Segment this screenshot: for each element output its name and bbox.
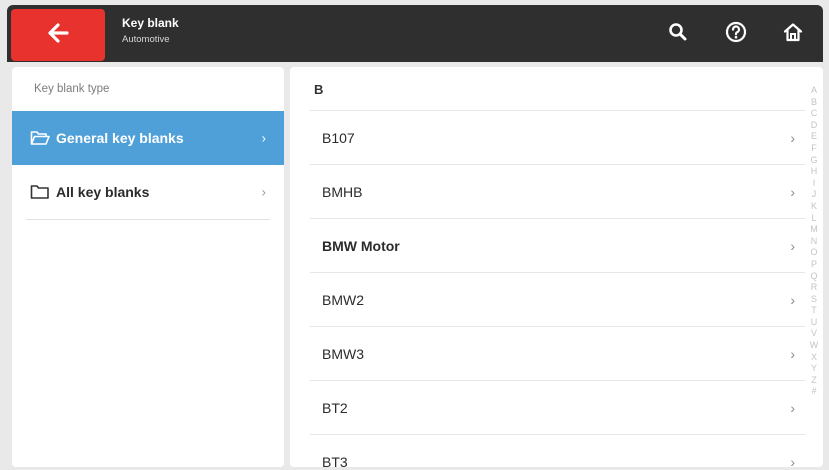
list-item[interactable]: BMHB ›	[310, 164, 805, 219]
chevron-right-icon: ›	[790, 130, 795, 146]
back-button[interactable]	[11, 9, 105, 61]
list-item-label: BMW2	[322, 292, 364, 308]
search-icon	[668, 22, 688, 47]
index-letter[interactable]: N	[811, 236, 818, 248]
index-letter[interactable]: #	[811, 386, 816, 398]
folder-open-icon	[30, 130, 50, 146]
index-letter[interactable]: F	[811, 143, 817, 155]
sidebar: Key blank type General key blanks › All …	[12, 67, 284, 467]
folder-icon	[30, 184, 50, 200]
index-letter[interactable]: L	[811, 213, 816, 225]
index-letter[interactable]: O	[810, 247, 817, 259]
sidebar-item-general-key-blanks[interactable]: General key blanks ›	[12, 111, 284, 165]
help-button[interactable]	[723, 21, 749, 47]
chevron-right-icon: ›	[790, 454, 795, 467]
index-letter[interactable]: H	[811, 166, 818, 178]
index-letter[interactable]: V	[811, 328, 817, 340]
index-letter[interactable]: R	[811, 282, 818, 294]
index-letter[interactable]: S	[811, 294, 817, 306]
index-letter[interactable]: C	[811, 108, 818, 120]
chevron-right-icon: ›	[790, 400, 795, 416]
page-subtitle: Automotive	[122, 34, 170, 45]
chevron-right-icon: ›	[790, 184, 795, 200]
chevron-right-icon: ›	[790, 292, 795, 308]
index-letter[interactable]: Z	[811, 375, 817, 387]
list-item-label: B107	[322, 130, 355, 146]
alphabet-index-bar[interactable]: A B C D E F G H I J K L M N O P Q R S T U V W X Y Z #	[807, 85, 821, 398]
search-button[interactable]	[665, 21, 691, 47]
list-item[interactable]: BT2 ›	[310, 380, 805, 435]
list-item-label: BMW3	[322, 346, 364, 362]
home-icon	[782, 21, 804, 48]
back-arrow-icon	[47, 22, 69, 48]
index-letter[interactable]: J	[812, 189, 817, 201]
index-letter[interactable]: T	[811, 305, 817, 317]
index-letter[interactable]: D	[811, 120, 818, 132]
index-letter[interactable]: U	[811, 317, 818, 329]
list-item-label: BT3	[322, 454, 348, 467]
section-header: B	[314, 82, 324, 97]
header-bar: Key blank Automotive	[7, 5, 823, 62]
chevron-right-icon: ›	[261, 130, 266, 146]
list-item[interactable]: BMW3 ›	[310, 326, 805, 381]
index-letter[interactable]: Q	[810, 271, 817, 283]
list-item[interactable]: BMW2 ›	[310, 272, 805, 327]
index-letter[interactable]: X	[811, 352, 817, 364]
index-letter[interactable]: I	[813, 178, 816, 190]
help-icon	[725, 21, 747, 48]
index-letter[interactable]: A	[811, 85, 817, 97]
page-title: Key blank	[122, 16, 179, 30]
sidebar-item-all-key-blanks[interactable]: All key blanks ›	[12, 165, 284, 219]
sidebar-heading: Key blank type	[34, 83, 110, 95]
index-letter[interactable]: Y	[811, 363, 817, 375]
sidebar-divider	[26, 219, 270, 220]
index-letter[interactable]: M	[810, 224, 818, 236]
list-item[interactable]: BT3 ›	[310, 434, 805, 467]
list-item-label: BT2	[322, 400, 348, 416]
sidebar-item-label: General key blanks	[56, 130, 184, 146]
index-letter[interactable]: E	[811, 131, 817, 143]
chevron-right-icon: ›	[790, 238, 795, 254]
chevron-right-icon: ›	[790, 346, 795, 362]
chevron-right-icon: ›	[261, 184, 266, 200]
list-item-label: BMHB	[322, 184, 363, 200]
list-item[interactable]: BMW Motor ›	[310, 218, 805, 273]
sidebar-item-label: All key blanks	[56, 184, 150, 200]
index-letter[interactable]: W	[810, 340, 819, 352]
key-blank-list: B B107 › BMHB › BMW Motor › BMW2 › BMW3 …	[290, 67, 823, 467]
list-item[interactable]: B107 ›	[310, 110, 805, 165]
home-button[interactable]	[780, 21, 806, 47]
index-letter[interactable]: K	[811, 201, 817, 213]
list-item-label: BMW Motor	[322, 238, 400, 254]
index-letter[interactable]: G	[810, 155, 817, 167]
title-block: Key blank Automotive	[122, 16, 179, 47]
index-letter[interactable]: P	[811, 259, 817, 271]
index-letter[interactable]: B	[811, 97, 817, 109]
